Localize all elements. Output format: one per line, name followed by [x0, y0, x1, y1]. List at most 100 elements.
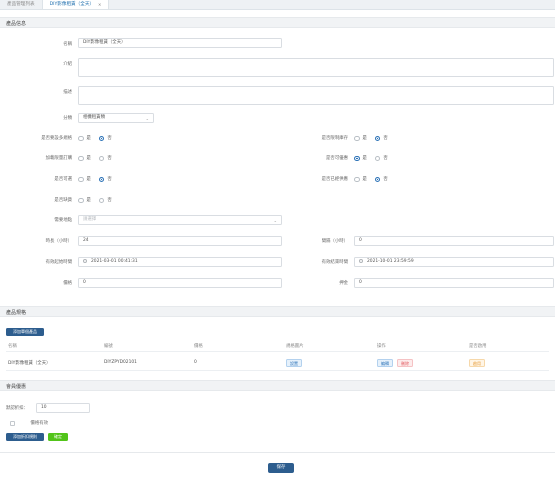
category-select[interactable]: 相機租賃類 ⌄ — [78, 113, 154, 123]
radio-yes[interactable]: 是 — [78, 135, 91, 142]
radio-no[interactable]: 否 — [98, 176, 112, 183]
edit-button[interactable]: 編輯 — [377, 359, 393, 367]
column-header: 規格圖片 — [286, 344, 304, 349]
column-header: 操作 — [377, 344, 386, 349]
section-product-spec: 產品規格 — [0, 306, 555, 317]
price-discount-label: 價格有效 — [30, 421, 48, 426]
column-header: 價格 — [194, 344, 203, 349]
radio-yes[interactable]: 是 — [78, 197, 91, 204]
radio-label: 是 — [362, 136, 367, 141]
allow-online-label: 加載限量訂購 — [45, 156, 72, 161]
confirm-button[interactable]: 確定 — [48, 433, 68, 441]
radio-label: 否 — [383, 136, 388, 141]
interval-input[interactable]: 0 — [354, 236, 554, 246]
chevron-down-icon: ⌄ — [273, 218, 277, 223]
save-button[interactable]: 保存 — [268, 463, 294, 473]
default-discount-value: 10 — [41, 405, 47, 410]
valid-start-picker[interactable]: 2021-03-01 00:41:31 — [78, 257, 282, 267]
name-input[interactable]: DIY影像租賃（全天） — [78, 38, 282, 48]
radio-no[interactable]: 否 — [374, 155, 388, 162]
radio-label: 否 — [107, 136, 112, 141]
radio-circle — [78, 176, 84, 183]
radio-label: 是 — [86, 198, 91, 203]
radio-circle — [354, 135, 360, 142]
desc-textarea[interactable] — [78, 86, 554, 105]
radio-yes[interactable]: 是 — [354, 176, 367, 183]
radio-circle-checked — [98, 135, 105, 142]
tab-product-list[interactable]: 產品管理列表 — [0, 0, 42, 9]
deposit-input[interactable]: 0 — [354, 278, 554, 288]
radio-circle — [78, 197, 84, 204]
clock-icon — [359, 258, 363, 263]
column-header: 是否啟用 — [469, 344, 487, 349]
price-input[interactable]: 0 — [78, 278, 282, 288]
add-discount-button[interactable]: 添加折扣規則 — [6, 433, 44, 441]
radio-circle — [78, 135, 84, 142]
price-discount-checkbox[interactable] — [10, 421, 15, 426]
radio-no[interactable]: 否 — [374, 176, 388, 183]
default-discount-label: 默認折扣： — [6, 406, 28, 411]
default-discount-input[interactable]: 10 — [36, 403, 90, 413]
interval-value: 0 — [359, 238, 362, 243]
table-divider — [6, 370, 549, 371]
close-icon[interactable]: ✕ — [98, 0, 101, 9]
row-name: DIY影像租賃（全天） — [8, 361, 51, 366]
duration-input[interactable]: 24 — [78, 236, 282, 246]
pickup-placeholder: 請選擇 — [83, 217, 97, 222]
no-stock-radios: 是 否 — [354, 135, 393, 142]
intro-label: 介紹 — [63, 62, 72, 67]
price-label: 價格 — [63, 281, 72, 286]
tab-bar: 產品管理列表 DIY影像租賃（全天） ✕ — [0, 0, 555, 10]
interval-label: 間隔（小時） — [321, 239, 348, 244]
set-image-button[interactable]: 設置 — [286, 359, 302, 367]
required-radios: 是 否 — [78, 176, 117, 183]
category-value: 相機租賃類 — [83, 115, 105, 120]
radio-circle — [374, 155, 381, 162]
radio-label: 是 — [86, 177, 91, 182]
section-product-info: 產品信息 — [0, 17, 555, 28]
radio-circle — [354, 176, 360, 183]
duration-label: 時長（小時） — [45, 239, 72, 244]
intro-textarea[interactable] — [78, 58, 554, 77]
row-code: DIYZPYD02101 — [104, 360, 137, 365]
radio-label: 是 — [362, 156, 367, 161]
radio-yes[interactable]: 是 — [354, 155, 367, 162]
radio-yes[interactable]: 是 — [354, 135, 367, 142]
clock-icon — [83, 258, 87, 263]
no-stock-label: 是否限制庫存 — [321, 136, 348, 141]
valid-end-value: 2021-10-01 23:59:59 — [367, 259, 414, 264]
radio-yes[interactable]: 是 — [78, 155, 91, 162]
delete-button[interactable]: 刪除 — [397, 359, 413, 367]
deposit-value: 0 — [359, 280, 362, 285]
add-product-button[interactable]: 添加單個產品 — [6, 328, 44, 336]
radio-label: 是 — [86, 136, 91, 141]
required-label: 是否可選 — [54, 177, 72, 182]
valid-start-label: 有效起始時間 — [45, 260, 72, 265]
radio-circle-checked — [98, 176, 105, 183]
radio-label: 是 — [362, 177, 367, 182]
radio-label: 否 — [383, 177, 388, 182]
radio-no[interactable]: 否 — [98, 197, 112, 204]
radio-no[interactable]: 否 — [98, 155, 112, 162]
need-review-label: 是否已經供應 — [321, 177, 348, 182]
name-label: 名稱 — [63, 42, 72, 47]
tab-product-edit[interactable]: DIY影像租賃（全天） ✕ — [41, 0, 110, 9]
radio-no[interactable]: 否 — [98, 135, 112, 142]
on-sale-radios: 是 否 — [78, 197, 117, 204]
radio-circle — [98, 155, 105, 162]
divider — [0, 452, 555, 453]
tab-label: 產品管理列表 — [7, 2, 35, 7]
pickup-label: 需要地點 — [54, 218, 72, 223]
section-title: 產品規格 — [6, 310, 27, 316]
duration-value: 24 — [83, 238, 89, 243]
valid-end-picker[interactable]: 2021-10-01 23:59:59 — [354, 257, 554, 267]
pickup-select[interactable]: 請選擇 ⌄ — [78, 215, 282, 225]
status-button[interactable]: 啟用 — [469, 359, 485, 367]
radio-label: 否 — [107, 156, 112, 161]
radio-yes[interactable]: 是 — [78, 176, 91, 183]
require-spec-label: 是否要設多規格 — [41, 136, 72, 141]
valid-end-label: 有效結束時間 — [321, 260, 348, 265]
deposit-label: 押金 — [339, 281, 348, 286]
radio-no[interactable]: 否 — [374, 135, 388, 142]
radio-circle-checked — [374, 135, 381, 142]
